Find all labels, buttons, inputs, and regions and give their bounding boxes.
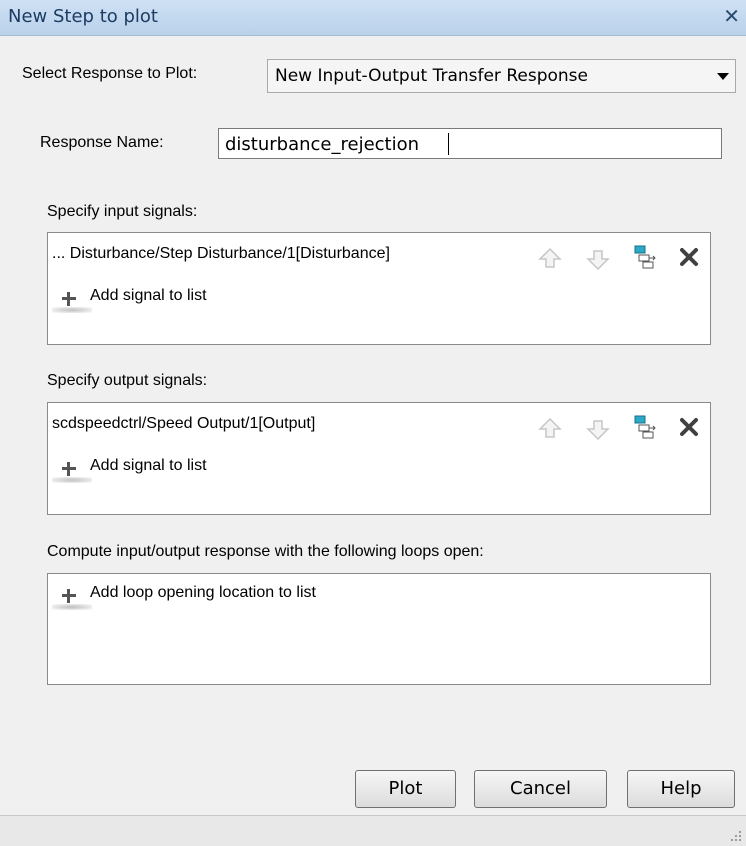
input-signals-list: ... Disturbance/Step Disturbance/1[Distu… (47, 232, 711, 345)
move-up-icon[interactable] (538, 247, 562, 271)
response-type-dropdown[interactable]: New Input-Output Transfer Response (267, 59, 736, 93)
response-name-input[interactable] (218, 128, 722, 159)
delete-icon[interactable] (677, 245, 701, 269)
highlight-in-model-icon[interactable] (633, 245, 657, 269)
response-name-label: Response Name: (40, 134, 164, 151)
select-response-label: Select Response to Plot: (22, 65, 198, 82)
input-signals-label: Specify input signals: (47, 203, 198, 220)
add-loop-opening-label: Add loop opening location to list (90, 584, 316, 601)
loop-openings-list: Add loop opening location to list (47, 573, 711, 685)
move-down-icon[interactable] (586, 417, 610, 441)
plot-button[interactable]: Plot (355, 770, 456, 808)
input-signal-item[interactable]: ... Disturbance/Step Disturbance/1[Distu… (52, 245, 390, 263)
add-icon (52, 586, 86, 606)
window-title: New Step to plot (8, 6, 158, 27)
move-up-icon[interactable] (538, 417, 562, 441)
add-output-signal-button[interactable]: Add signal to list (52, 457, 312, 483)
delete-icon[interactable] (677, 415, 701, 439)
highlight-in-model-icon[interactable] (633, 415, 657, 439)
add-input-signal-label: Add signal to list (90, 287, 207, 304)
dropdown-arrow-icon (717, 73, 729, 80)
status-bar (0, 815, 746, 846)
add-icon (52, 459, 86, 479)
output-signals-label: Specify output signals: (47, 372, 208, 389)
title-bar: New Step to plot ✕ (0, 0, 746, 36)
add-output-signal-label: Add signal to list (90, 457, 207, 474)
text-cursor (448, 133, 449, 155)
close-icon[interactable]: ✕ (723, 4, 740, 28)
resize-grip-icon[interactable] (730, 830, 742, 842)
add-icon (52, 289, 86, 309)
move-down-icon[interactable] (586, 247, 610, 271)
cancel-button[interactable]: Cancel (474, 770, 607, 808)
output-signal-item[interactable]: scdspeedctrl/Speed Output/1[Output] (52, 415, 315, 433)
help-button[interactable]: Help (627, 770, 735, 808)
output-signals-list: scdspeedctrl/Speed Output/1[Output] Add … (47, 402, 711, 515)
add-loop-opening-button[interactable]: Add loop opening location to list (52, 584, 432, 610)
add-input-signal-button[interactable]: Add signal to list (52, 287, 312, 313)
loops-open-label: Compute input/output response with the f… (47, 543, 484, 560)
response-type-value: New Input-Output Transfer Response (275, 66, 588, 86)
